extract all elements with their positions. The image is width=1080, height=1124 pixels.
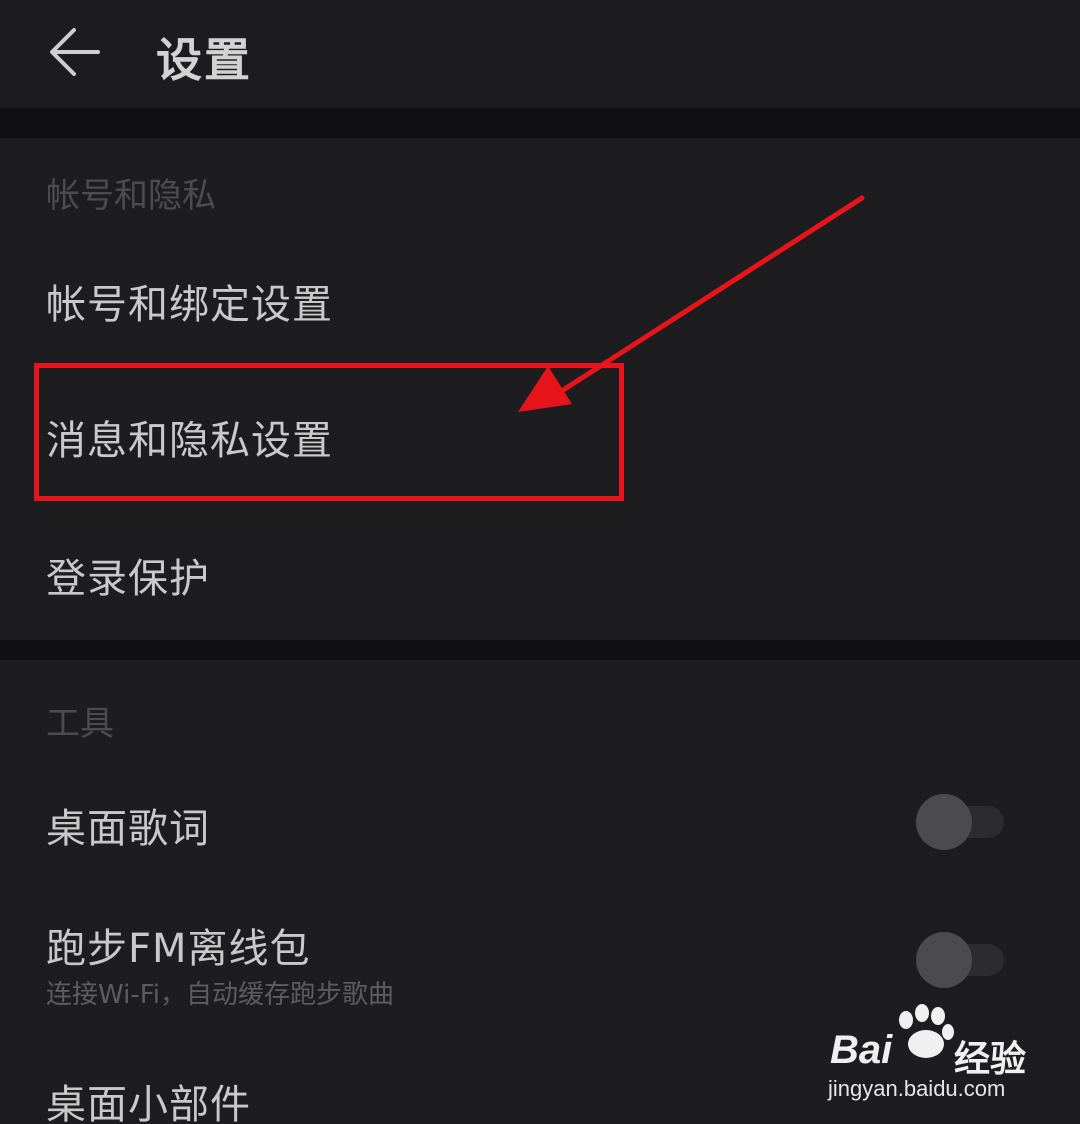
list-item-desktop-lyrics[interactable]: 桌面歌词 xyxy=(0,756,1080,884)
list-item-label: 帐号和绑定设置 xyxy=(46,282,333,328)
desktop-lyrics-toggle[interactable] xyxy=(916,794,1006,850)
list-item-running-fm-offline[interactable]: 跑步FM离线包 连接Wi-Fi，自动缓存跑步歌曲 xyxy=(0,886,1080,1016)
section-divider xyxy=(0,108,1080,138)
list-item-label: 跑步FM离线包 xyxy=(46,926,311,972)
settings-screen: 设置 帐号和隐私 帐号和绑定设置 消息和隐私设置 登录保护 工具 桌面歌词 跑步… xyxy=(0,0,1080,1124)
toggle-knob xyxy=(916,932,972,988)
list-item-desktop-widget[interactable]: 桌面小部件 xyxy=(0,1020,1080,1124)
list-item-label: 消息和隐私设置 xyxy=(46,418,333,464)
section-title-account-privacy: 帐号和隐私 xyxy=(46,176,216,216)
list-item-account-binding[interactable]: 帐号和绑定设置 xyxy=(0,228,1080,362)
list-item-login-protection[interactable]: 登录保护 xyxy=(0,502,1080,636)
page-title: 设置 xyxy=(156,33,252,87)
section-divider xyxy=(0,640,1080,660)
list-item-label: 桌面小部件 xyxy=(46,1082,251,1124)
running-fm-offline-toggle[interactable] xyxy=(916,932,1006,988)
top-app-bar: 设置 xyxy=(0,0,1080,108)
section-title-tools: 工具 xyxy=(46,704,114,744)
section-account-privacy: 帐号和隐私 帐号和绑定设置 消息和隐私设置 登录保护 xyxy=(0,138,1080,640)
back-button[interactable] xyxy=(40,20,112,84)
list-item-message-privacy[interactable]: 消息和隐私设置 xyxy=(0,364,1080,500)
list-item-sublabel: 连接Wi-Fi，自动缓存跑步歌曲 xyxy=(46,980,395,1010)
list-item-label: 桌面歌词 xyxy=(46,806,210,852)
list-item-label: 登录保护 xyxy=(46,556,210,602)
section-tools: 工具 桌面歌词 跑步FM离线包 连接Wi-Fi，自动缓存跑步歌曲 桌面小部件 xyxy=(0,660,1080,1124)
arrow-left-icon xyxy=(50,28,100,76)
toggle-knob xyxy=(916,794,972,850)
